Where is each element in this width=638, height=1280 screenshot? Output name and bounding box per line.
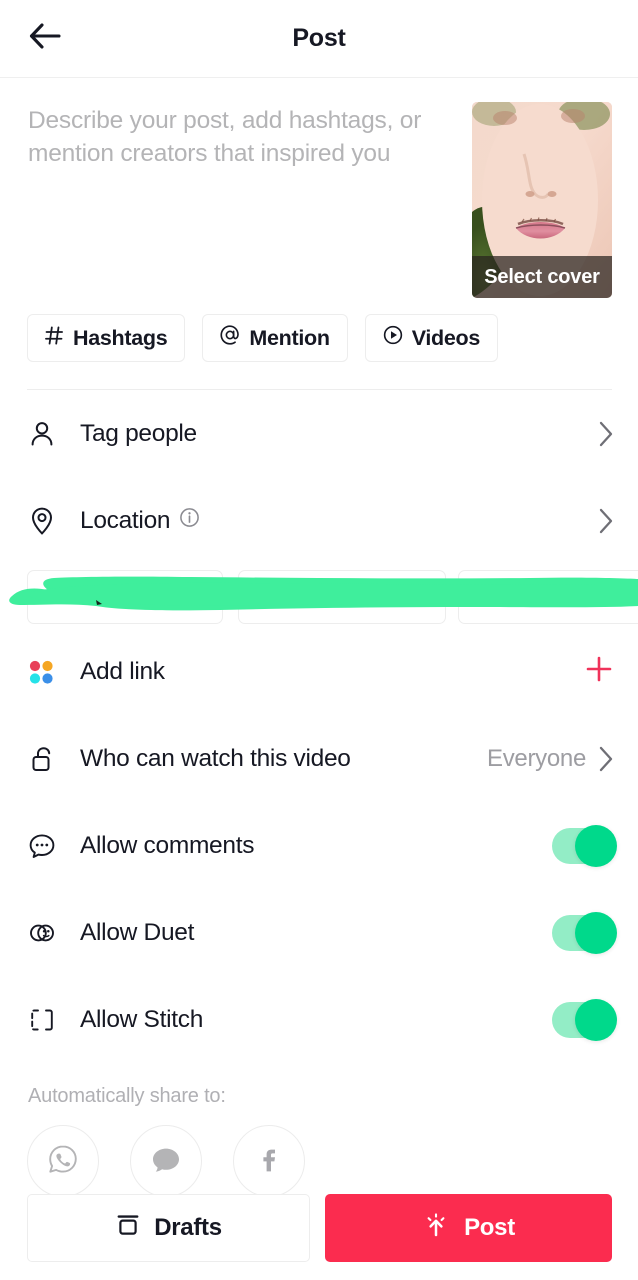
allow-comments-toggle[interactable] xyxy=(552,824,617,867)
share-whatsapp-button[interactable] xyxy=(27,1125,99,1197)
location-label: Location xyxy=(80,507,200,535)
tag-people-row[interactable]: Tag people xyxy=(0,390,638,477)
who-can-watch-row[interactable]: Who can watch this video Everyone xyxy=(0,715,638,802)
hashtag-icon xyxy=(45,326,64,351)
share-facebook-button[interactable] xyxy=(233,1125,305,1197)
hashtags-chip-label: Hashtags xyxy=(73,325,168,350)
bottom-action-bar: Drafts Post xyxy=(0,1194,638,1280)
whatsapp-icon xyxy=(43,1139,83,1184)
tag-people-label: Tag people xyxy=(80,419,197,447)
drafts-box-icon xyxy=(115,1212,141,1245)
videos-chip[interactable]: Videos xyxy=(364,314,499,362)
comment-bubble-icon xyxy=(27,831,69,861)
duet-icon xyxy=(27,918,69,948)
allow-stitch-row[interactable]: Allow Stitch xyxy=(0,976,638,1063)
back-button[interactable] xyxy=(22,16,68,62)
person-icon xyxy=(27,419,69,449)
at-icon xyxy=(220,325,240,351)
chevron-right-icon xyxy=(598,421,614,447)
redacted-chip[interactable] xyxy=(458,570,638,624)
toggle-knob xyxy=(575,998,617,1041)
auto-share-targets xyxy=(0,1108,638,1197)
share-messages-button[interactable] xyxy=(130,1125,202,1197)
play-circle-icon xyxy=(383,325,403,351)
location-label-text: Location xyxy=(80,506,171,534)
hashtags-chip[interactable]: Hashtags xyxy=(27,314,186,362)
plus-icon[interactable] xyxy=(584,654,614,689)
location-pin-icon xyxy=(27,506,69,536)
post-button-label: Post xyxy=(464,1214,515,1241)
unlock-icon xyxy=(27,744,69,774)
select-cover-label: Select cover xyxy=(472,256,612,298)
chevron-right-icon xyxy=(598,508,614,534)
app-header: Post xyxy=(0,0,638,78)
caption-input[interactable]: Describe your post, add hashtags, or men… xyxy=(28,102,454,298)
who-can-watch-value: Everyone xyxy=(487,744,586,772)
chevron-right-icon xyxy=(598,746,614,772)
post-button[interactable]: Post xyxy=(325,1194,612,1262)
allow-duet-row[interactable]: Allow Duet xyxy=(0,889,638,976)
page-title: Post xyxy=(292,24,346,52)
messages-icon xyxy=(146,1139,186,1184)
four-dots-icon xyxy=(27,658,69,686)
redacted-chip[interactable] xyxy=(238,570,446,624)
allow-comments-row[interactable]: Allow comments xyxy=(0,802,638,889)
stitch-icon xyxy=(27,1005,69,1035)
drafts-button-label: Drafts xyxy=(154,1214,222,1241)
select-cover-thumbnail[interactable]: Select cover xyxy=(472,102,612,298)
drafts-button[interactable]: Drafts xyxy=(27,1194,310,1262)
caption-area: Describe your post, add hashtags, or men… xyxy=(0,78,638,298)
toggle-knob xyxy=(575,824,617,867)
facebook-icon xyxy=(249,1139,289,1184)
allow-stitch-label: Allow Stitch xyxy=(80,1005,204,1033)
add-link-label: Add link xyxy=(80,657,165,685)
allow-duet-toggle[interactable] xyxy=(552,911,617,954)
allow-stitch-toggle[interactable] xyxy=(552,998,617,1041)
allow-comments-label: Allow comments xyxy=(80,831,255,859)
toggle-knob xyxy=(575,911,617,954)
videos-chip-label: Videos xyxy=(411,325,481,350)
auto-share-title: Automatically share to: xyxy=(28,1085,226,1107)
add-link-row[interactable]: Add link xyxy=(0,628,638,715)
mention-chip-label: Mention xyxy=(249,325,330,350)
location-row[interactable]: Location xyxy=(0,477,638,564)
info-circle-icon[interactable] xyxy=(179,507,200,535)
who-can-watch-label: Who can watch this video xyxy=(80,744,351,772)
mention-chip[interactable]: Mention xyxy=(202,314,348,362)
upload-sparkle-icon xyxy=(422,1211,450,1246)
caption-helper-chips: Hashtags Mention Videos xyxy=(0,298,638,362)
redacted-suggestions-strip xyxy=(0,566,638,628)
arrow-left-icon xyxy=(28,21,62,56)
allow-duet-label: Allow Duet xyxy=(80,918,195,946)
redacted-chip[interactable] xyxy=(27,570,223,624)
